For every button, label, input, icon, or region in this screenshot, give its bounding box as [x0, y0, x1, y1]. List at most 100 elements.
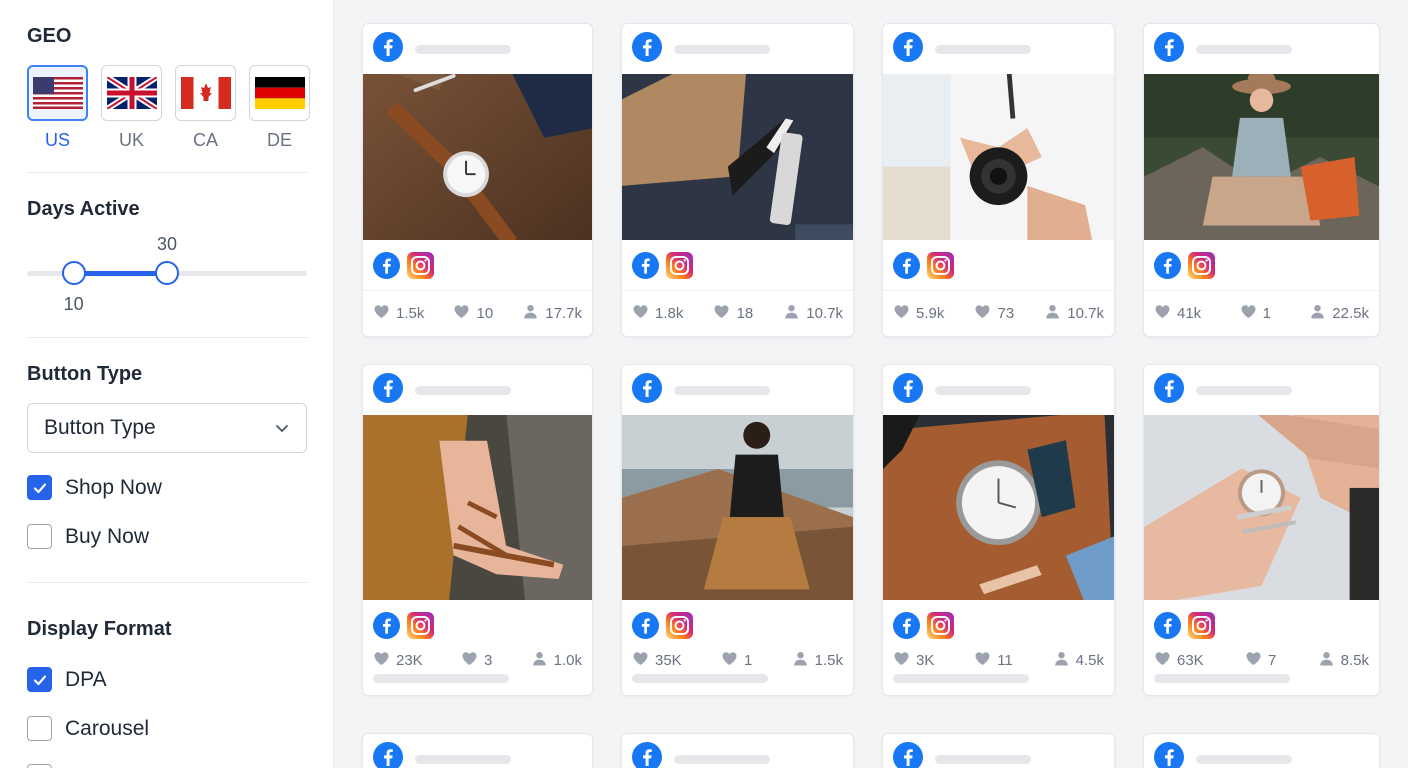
geo-uk-button[interactable]: [101, 65, 162, 121]
ad-creative-image[interactable]: [1144, 74, 1379, 240]
slider-high-handle[interactable]: [155, 261, 179, 285]
ad-creative-image[interactable]: [622, 74, 853, 240]
comments-stat: 18: [713, 303, 753, 324]
instagram-icon: [666, 611, 693, 639]
comments-count: 18: [736, 305, 754, 322]
geo-de-button[interactable]: [249, 65, 310, 121]
cta-placeholder: [373, 674, 509, 683]
ad-card-header: [363, 24, 592, 74]
likes-count: 3K: [916, 651, 935, 669]
instagram-icon: [927, 251, 954, 279]
ad-creative-image[interactable]: [883, 74, 1114, 240]
person-icon: [1318, 650, 1335, 671]
button-type-title: Button Type: [27, 363, 143, 385]
ad-creative-image[interactable]: [363, 74, 592, 240]
ad-card-header: [883, 24, 1114, 74]
comments-count: 1: [1262, 305, 1271, 322]
ad-card[interactable]: 1.5k 10 17.7k: [362, 23, 593, 337]
reach-count: 1.5k: [814, 651, 843, 669]
ad-stats-row: 5.9k 73 10.7k: [883, 290, 1114, 336]
ad-card[interactable]: [882, 733, 1115, 768]
person-icon: [792, 650, 809, 671]
comments-stat: 1: [1240, 303, 1271, 324]
carousel-checkbox[interactable]: [27, 716, 52, 741]
slider-low-handle[interactable]: [61, 261, 86, 285]
likes-stat: 23K: [373, 650, 423, 671]
ad-card[interactable]: 23K 3 1.0k: [362, 364, 593, 696]
divider: [27, 337, 307, 338]
ad-card-header: [622, 734, 853, 768]
ad-card-header: [363, 365, 592, 415]
facebook-icon: [373, 741, 403, 768]
buy-now-checkbox-row[interactable]: Buy Now: [27, 524, 149, 549]
buy-now-checkbox[interactable]: [27, 524, 52, 549]
dpa-checkbox[interactable]: [27, 667, 52, 692]
ad-stats-row: 63K 7 8.5k: [1144, 650, 1379, 670]
next-checkbox-row[interactable]: [27, 764, 52, 768]
ad-card[interactable]: [362, 733, 593, 768]
ad-creative-image[interactable]: [883, 415, 1114, 600]
ad-card-header: [622, 24, 853, 74]
comments-count: 7: [1268, 651, 1277, 669]
geo-label-ca: CA: [192, 130, 218, 150]
person-icon: [1044, 303, 1061, 324]
geo-label-de: DE: [266, 130, 292, 150]
person-icon: [1309, 303, 1326, 324]
person-icon: [522, 303, 539, 324]
heart-icon: [974, 303, 991, 324]
ad-card[interactable]: 1.8k 18 10.7k: [621, 23, 854, 337]
next-checkbox[interactable]: [27, 764, 52, 768]
carousel-checkbox-row[interactable]: Carousel: [27, 716, 149, 741]
divider: [27, 582, 307, 583]
advertiser-name-placeholder: [674, 385, 770, 395]
shop-now-checkbox-row[interactable]: Shop Now: [27, 475, 162, 500]
facebook-icon: [893, 251, 920, 279]
facebook-icon: [1154, 741, 1184, 768]
advertiser-name-placeholder: [674, 44, 770, 54]
ad-card[interactable]: 41k 1 22.5k: [1143, 23, 1380, 337]
button-type-select[interactable]: Button Type: [27, 403, 307, 453]
comments-stat: 7: [1245, 650, 1276, 671]
ad-card-header: [1144, 734, 1379, 768]
geo-title: GEO: [27, 25, 72, 47]
comments-stat: 1: [721, 650, 752, 671]
reach-count: 4.5k: [1075, 651, 1104, 669]
ad-card[interactable]: [621, 733, 854, 768]
geo-ca-button[interactable]: [175, 65, 236, 121]
heart-icon: [1154, 650, 1171, 671]
facebook-icon: [632, 611, 659, 639]
ad-card[interactable]: 63K 7 8.5k: [1143, 364, 1380, 696]
ad-creative-image[interactable]: [622, 415, 853, 600]
likes-stat: 35K: [632, 650, 682, 671]
geo-flag-row: [27, 65, 310, 121]
reach-stat: 10.7k: [1044, 303, 1104, 324]
display-format-title: Display Format: [27, 618, 172, 640]
dpa-checkbox-row[interactable]: DPA: [27, 667, 107, 692]
shop-now-label: Shop Now: [65, 475, 162, 499]
ad-card[interactable]: 35K 1 1.5k: [621, 364, 854, 696]
button-type-select-value: Button Type: [44, 416, 156, 439]
likes-stat: 63K: [1154, 650, 1204, 671]
ad-stats-row: 1.5k 10 17.7k: [363, 290, 592, 336]
ad-card[interactable]: 5.9k 73 10.7k: [882, 23, 1115, 337]
ad-creative-image[interactable]: [363, 415, 592, 600]
likes-stat: 3K: [893, 650, 934, 671]
advertiser-name-placeholder: [415, 754, 511, 764]
comments-stat: 3: [461, 650, 492, 671]
ad-card[interactable]: [1143, 733, 1380, 768]
likes-count: 1.8k: [655, 305, 684, 322]
likes-count: 63K: [1177, 651, 1204, 669]
likes-count: 1.5k: [396, 305, 425, 322]
shop-now-checkbox[interactable]: [27, 475, 52, 500]
comments-count: 1: [744, 651, 753, 669]
advertiser-name-placeholder: [935, 44, 1031, 54]
ad-card[interactable]: 3K 11 4.5k: [882, 364, 1115, 696]
geo-us-button[interactable]: [27, 65, 88, 121]
uk-flag-icon: [106, 77, 157, 109]
platform-icons: [622, 240, 853, 290]
ad-creative-image[interactable]: [1144, 415, 1379, 600]
facebook-icon: [632, 31, 662, 67]
instagram-icon: [1188, 251, 1215, 279]
reach-count: 17.7k: [545, 305, 582, 322]
reach-stat: 1.5k: [792, 650, 843, 671]
